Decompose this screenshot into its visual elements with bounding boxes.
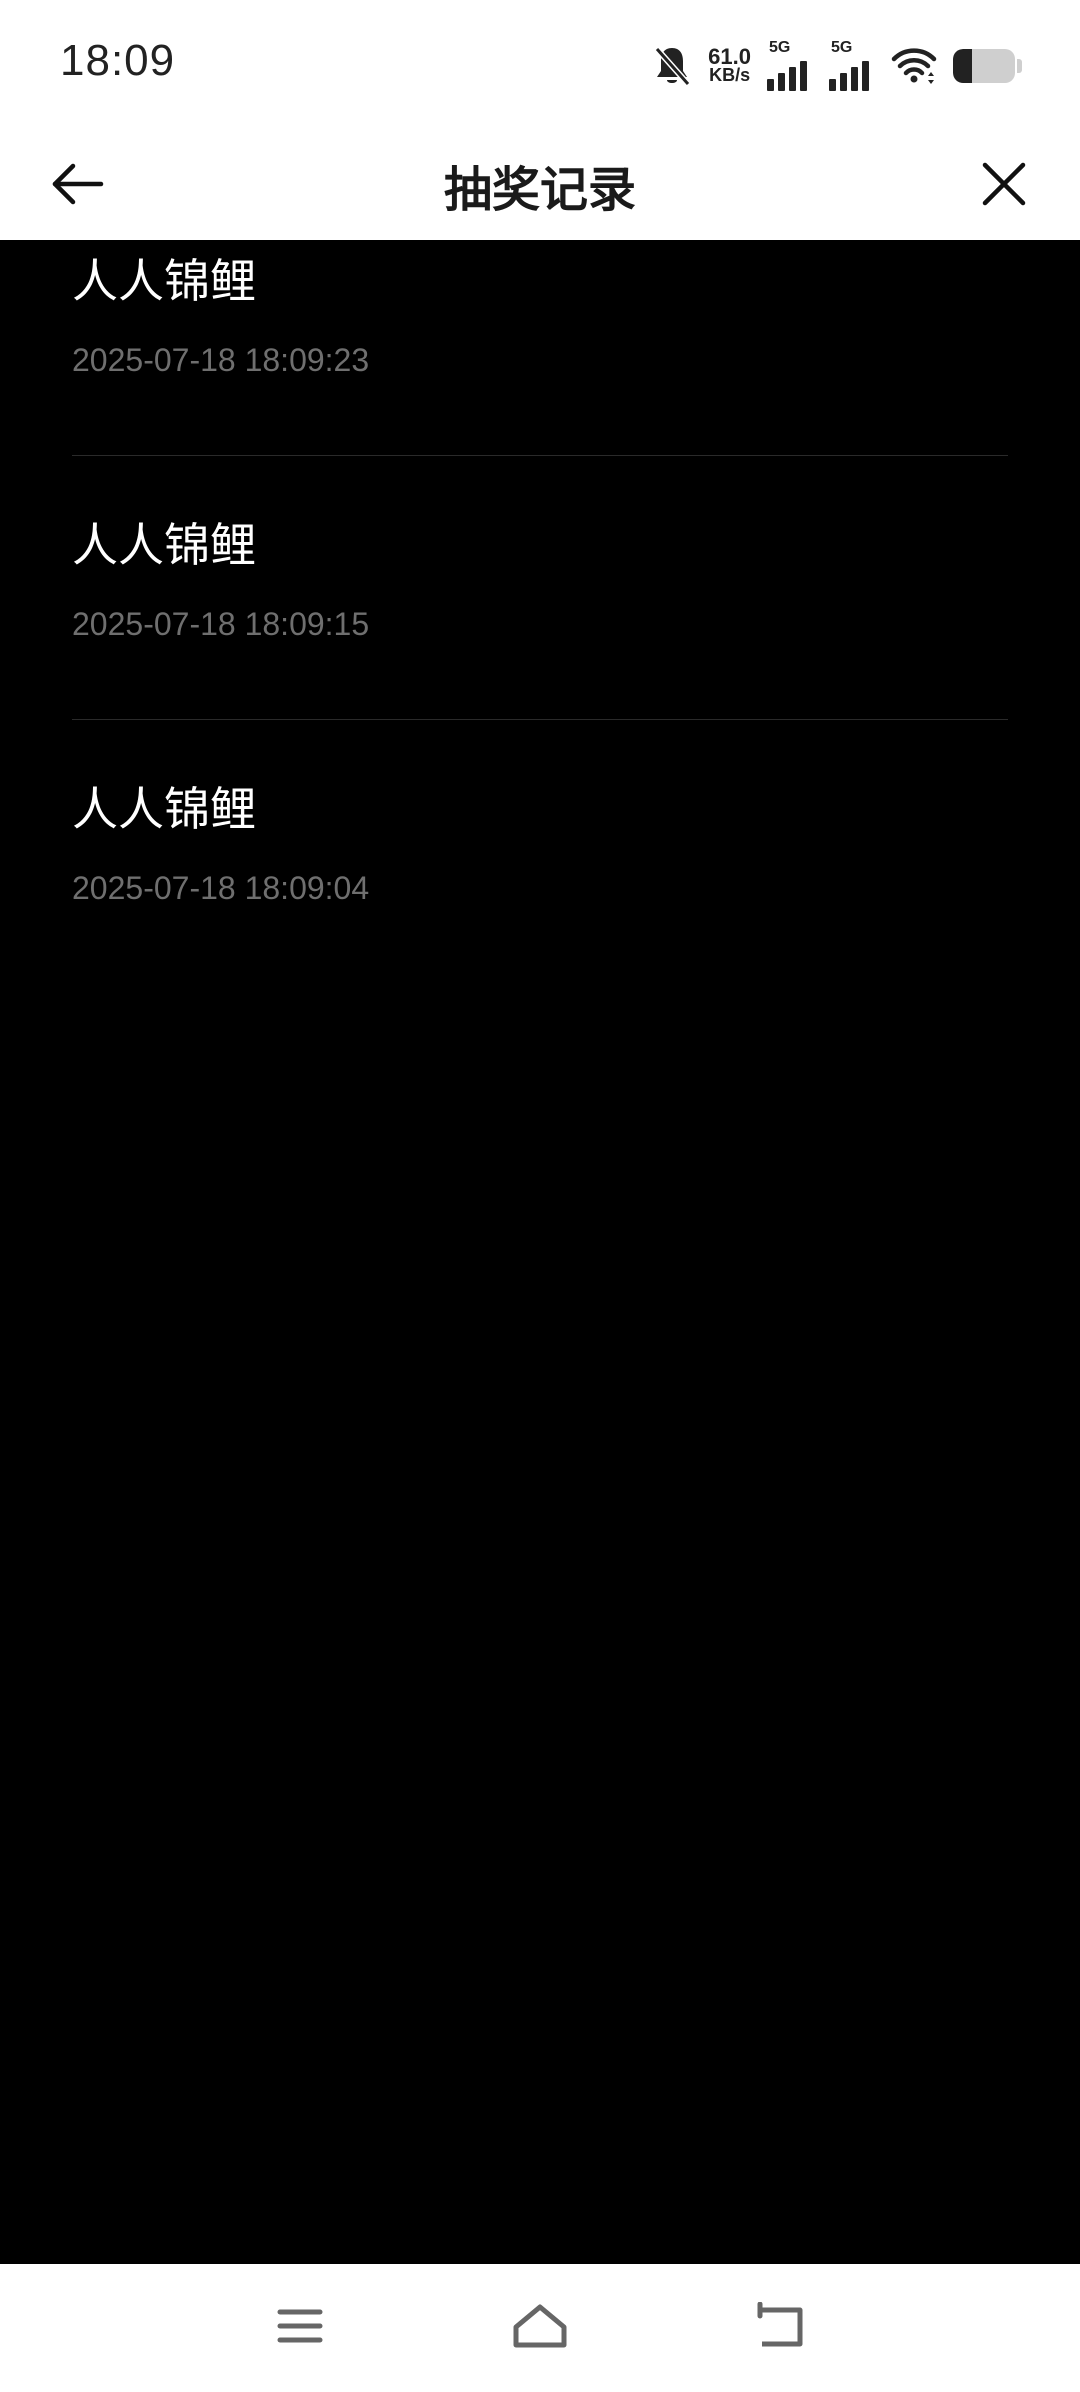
record-name: 人人锦鲤 (72, 782, 256, 836)
nav-home-button[interactable] (508, 2294, 572, 2358)
status-time: 18:09 (60, 36, 176, 85)
close-button[interactable] (976, 156, 1032, 212)
navigation-bar (0, 2264, 1080, 2392)
sim1-network-type: 5G (769, 39, 791, 56)
signal-icon: 5G (829, 39, 875, 91)
screen: 18:09 61.0 KB/s 5G 5G 抽奖记录 人人锦鲤 2025-07-… (0, 0, 1080, 2392)
page-title: 抽奖记录 (443, 162, 636, 218)
record-name: 人人锦鲤 (72, 254, 256, 308)
wifi-icon (891, 46, 937, 86)
close-icon (981, 161, 1027, 207)
record-time: 2025-07-18 18:09:23 (72, 342, 370, 378)
status-icons: 61.0 KB/s 5G 5G (652, 38, 1022, 94)
list-item[interactable]: 人人锦鲤 2025-07-18 18:09:23 (72, 240, 1008, 456)
records-list[interactable]: 人人锦鲤 2025-07-18 18:09:23 人人锦鲤 2025-07-18… (0, 240, 1080, 2264)
menu-icon (276, 2306, 324, 2346)
network-speed-unit: KB/s (709, 65, 751, 85)
record-time: 2025-07-18 18:09:04 (72, 870, 370, 906)
record-time: 2025-07-18 18:09:15 (72, 606, 370, 642)
network-speed: 61.0 KB/s (708, 44, 751, 85)
status-bar: 18:09 61.0 KB/s 5G 5G (0, 0, 1080, 128)
back-icon (754, 2302, 806, 2350)
signal-icon: 5G (767, 39, 813, 91)
record-name: 人人锦鲤 (72, 518, 256, 572)
bell-muted-icon (652, 44, 692, 88)
title-bar: 抽奖记录 (0, 128, 1080, 240)
battery-icon (953, 49, 1015, 83)
sim2-network-type: 5G (831, 39, 853, 56)
nav-back-button[interactable] (748, 2294, 812, 2358)
home-icon (510, 2301, 570, 2351)
list-item[interactable]: 人人锦鲤 2025-07-18 18:09:15 (72, 456, 1008, 720)
list-item[interactable]: 人人锦鲤 2025-07-18 18:09:04 (72, 720, 1008, 984)
network-speed-value: 61.0 (708, 44, 751, 69)
battery-cap (1017, 59, 1022, 73)
nav-menu-button[interactable] (268, 2294, 332, 2358)
